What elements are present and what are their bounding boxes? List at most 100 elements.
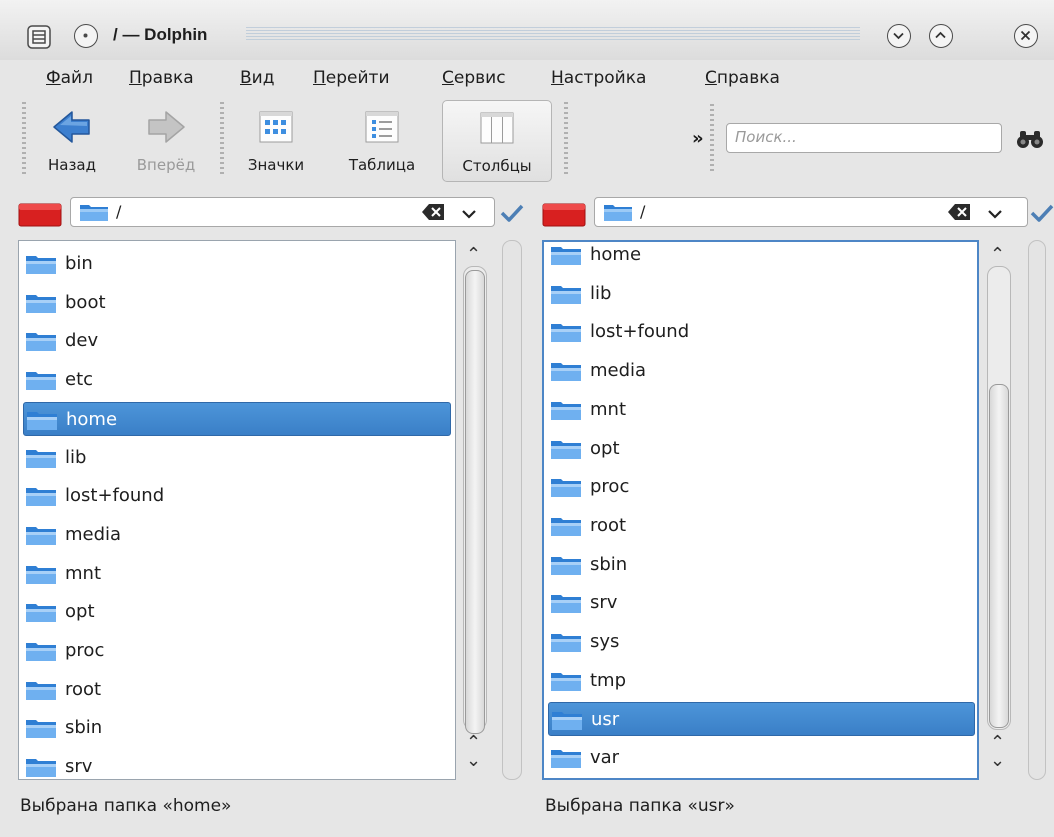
folder-row[interactable]: boot	[23, 286, 451, 320]
menu-view[interactable]: Вид	[240, 68, 274, 88]
folder-name: lib	[590, 282, 612, 304]
folder-row[interactable]: lost+found	[23, 479, 451, 513]
clear-text-icon[interactable]	[421, 203, 445, 225]
menu-file[interactable]: Файл	[46, 68, 93, 88]
folder-icon	[25, 640, 57, 667]
folder-icon	[550, 747, 582, 774]
folder-row[interactable]: home	[23, 401, 451, 436]
folder-row[interactable]: root	[23, 673, 451, 707]
folder-icon	[79, 202, 109, 226]
folder-icon	[25, 253, 57, 280]
places-marker-icon[interactable]	[18, 202, 62, 232]
folder-row[interactable]: etc	[23, 363, 451, 397]
folder-row[interactable]: lib	[548, 277, 975, 311]
accept-icon[interactable]	[500, 203, 524, 227]
folder-row[interactable]: mnt	[23, 557, 451, 591]
search-input[interactable]	[727, 124, 1003, 150]
folder-name: srv	[590, 592, 618, 614]
folder-icon	[550, 515, 582, 542]
folder-icon	[550, 360, 582, 387]
folder-row[interactable]: sbin	[548, 548, 975, 582]
folder-row[interactable]: media	[23, 518, 451, 552]
toolbar-grip[interactable]	[22, 102, 26, 176]
menu-help[interactable]: Справка	[705, 68, 780, 88]
chevron-down-icon[interactable]	[987, 205, 1003, 224]
folder-row[interactable]: root	[548, 509, 975, 543]
folder-row[interactable]: lib	[23, 441, 451, 475]
menu-go[interactable]: Перейти	[313, 68, 390, 88]
left-file-list[interactable]: bin boot dev etc home lib lost+found media mnt op…	[18, 240, 456, 780]
close-icon	[1020, 30, 1031, 41]
icons-view-button[interactable]: Значки	[234, 100, 318, 182]
folder-icon	[603, 202, 633, 226]
back-label: Назад	[47, 156, 96, 174]
left-location-field[interactable]: /	[70, 197, 495, 227]
columns-view-icon	[479, 111, 515, 149]
toolbar-grip[interactable]	[710, 104, 714, 174]
folder-icon	[550, 554, 582, 581]
close-button[interactable]	[1014, 24, 1038, 48]
menu-edit[interactable]: Правка	[129, 68, 194, 88]
maximize-button[interactable]	[929, 24, 953, 48]
folder-row[interactable]: sbin	[23, 711, 451, 745]
folder-row[interactable]: proc	[548, 470, 975, 504]
right-file-list[interactable]: home lib lost+found media mnt opt proc root sbin…	[542, 240, 979, 780]
minimize-button[interactable]	[887, 24, 911, 48]
menu-tools[interactable]: Сервис	[442, 68, 506, 88]
column-separator[interactable]	[502, 240, 522, 780]
scroll-handle[interactable]	[465, 270, 485, 734]
folder-name: sbin	[65, 717, 103, 739]
chevron-down-icon[interactable]	[461, 205, 477, 224]
scroll-up-icon[interactable]: ⌃	[990, 246, 1005, 264]
folder-name: opt	[65, 601, 95, 623]
folder-name: lost+found	[65, 485, 165, 507]
folder-row[interactable]: dev	[23, 324, 451, 358]
scroll-up-icon[interactable]: ⌃	[466, 246, 481, 264]
forward-label: Вперёд	[136, 156, 196, 174]
folder-row[interactable]: media	[548, 354, 975, 388]
folder-row[interactable]: tmp	[548, 664, 975, 698]
back-button[interactable]: Назад	[34, 100, 110, 182]
left-url-navigator: /	[0, 195, 530, 235]
columns-view-label: Столбцы	[462, 157, 532, 175]
folder-name: usr	[591, 709, 620, 731]
accept-icon[interactable]	[1030, 203, 1054, 227]
folder-row[interactable]: srv	[548, 586, 975, 620]
folder-row[interactable]: opt	[23, 595, 451, 629]
folder-name: home	[66, 408, 118, 430]
folder-row[interactable]: srv	[23, 750, 451, 779]
folder-icon	[26, 409, 58, 436]
folder-row[interactable]: proc	[23, 634, 451, 668]
column-separator[interactable]	[1028, 240, 1046, 780]
columns-view-button[interactable]: Столбцы	[442, 100, 552, 182]
folder-row[interactable]: bin	[23, 247, 451, 281]
left-scrollbar[interactable]: ⌃ ⌃ ⌄	[458, 240, 492, 780]
menu-bar: Файл Правка Вид Перейти Сервис Настройка…	[0, 62, 1054, 94]
left-path-text: /	[116, 202, 122, 221]
folder-icon	[25, 369, 57, 396]
places-marker-icon[interactable]	[542, 202, 586, 232]
folder-row[interactable]: usr	[548, 702, 975, 737]
scroll-down-icon[interactable]: ⌄	[990, 752, 1005, 770]
menu-settings[interactable]: Настройка	[551, 68, 646, 88]
folder-row[interactable]: opt	[548, 432, 975, 466]
pin-button[interactable]	[74, 24, 98, 48]
icons-view-label: Значки	[247, 156, 305, 174]
folder-row[interactable]: mnt	[548, 393, 975, 427]
binoculars-icon[interactable]	[1016, 128, 1044, 154]
folder-row[interactable]: home	[548, 242, 975, 272]
details-view-button[interactable]: Таблица	[334, 100, 430, 182]
right-scrollbar[interactable]: ⌃ ⌃ ⌄	[982, 240, 1016, 780]
scroll-down-icon[interactable]: ⌄	[466, 752, 481, 770]
forward-button[interactable]: Вперёд	[124, 100, 208, 182]
folder-row[interactable]: var	[548, 741, 975, 775]
icons-view-icon	[258, 110, 294, 148]
toolbar-overflow-button[interactable]: »	[692, 128, 704, 149]
folder-name: media	[65, 523, 122, 545]
scroll-handle[interactable]	[989, 384, 1009, 728]
folder-row[interactable]: sys	[548, 625, 975, 659]
right-location-field[interactable]: /	[594, 197, 1028, 227]
window-menu-icon[interactable]	[26, 24, 52, 50]
folder-row[interactable]: lost+found	[548, 315, 975, 349]
clear-text-icon[interactable]	[947, 203, 971, 225]
